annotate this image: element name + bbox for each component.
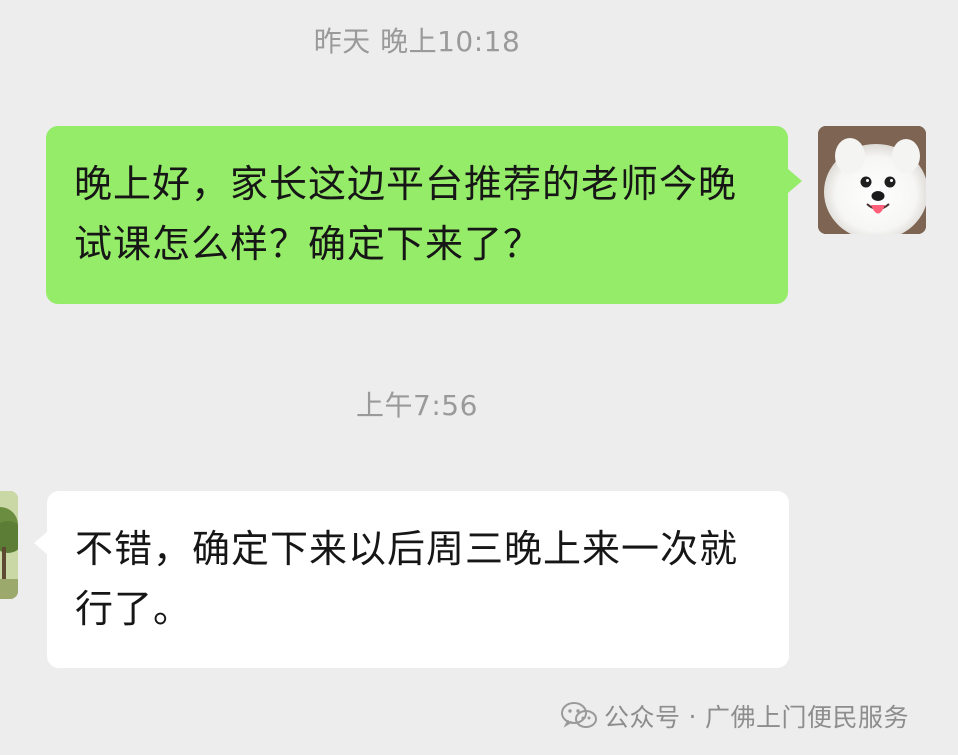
watermark-separator: · <box>688 701 697 731</box>
wechat-icon <box>561 702 597 728</box>
incoming-bubble-tail <box>34 531 48 555</box>
message-timestamp: 上午7:56 <box>356 389 478 422</box>
dog-avatar-icon[interactable] <box>818 126 926 234</box>
incoming-message-text: 不错，确定下来以后周三晚上来一次就行了。 <box>75 527 739 631</box>
outgoing-bubble-tail <box>788 169 802 193</box>
outgoing-message-bubble[interactable]: 晚上好，家长这边平台推荐的老师今晚试课怎么样？确定下来了？ <box>46 126 788 304</box>
chat-window: 昨天 晚上10:18 晚上好，家长这边平台推荐的老师今晚试课怎么样？确定下来了？ <box>0 0 958 755</box>
watermark: 公众号 · 广佛上门便民服务 <box>560 693 909 739</box>
watermark-name: 广佛上门便民服务 <box>704 703 909 732</box>
tree-avatar-icon[interactable] <box>0 491 18 599</box>
clipped-next-timestamp <box>320 748 420 755</box>
outgoing-message-text: 晚上好，家长这边平台推荐的老师今晚试课怎么样？确定下来了？ <box>74 162 738 266</box>
watermark-prefix: 公众号 <box>604 703 681 732</box>
message-timestamp: 昨天 晚上10:18 <box>313 25 521 58</box>
incoming-message-bubble[interactable]: 不错，确定下来以后周三晚上来一次就行了。 <box>47 491 789 668</box>
